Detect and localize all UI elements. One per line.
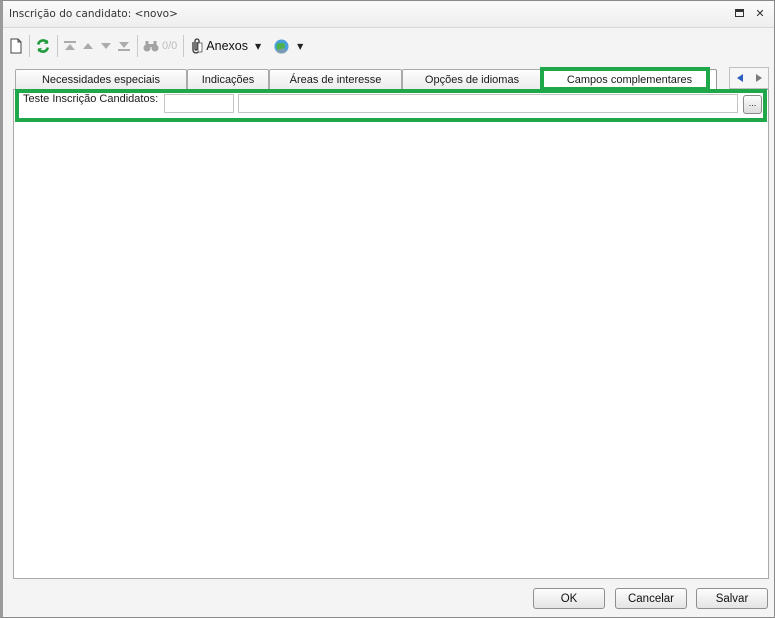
globe-dropdown-icon[interactable]: ▼ (297, 42, 303, 51)
refresh-icon[interactable] (35, 34, 51, 58)
tab-label: Campos complementares (566, 73, 693, 86)
teste-inscricao-code-input[interactable] (164, 94, 234, 113)
attachments-dropdown-icon[interactable]: ▼ (255, 42, 261, 51)
tab-opcoes-de-idiomas[interactable]: Opções de idiomas (402, 69, 542, 89)
teste-inscricao-label: Teste Inscrição Candidatos: (23, 93, 159, 105)
toolbar-separator (183, 35, 185, 57)
tab-areas-de-interesse[interactable]: Áreas de interesse (269, 69, 402, 89)
lookup-button[interactable]: ... (743, 95, 762, 114)
toolbar-separator (29, 35, 30, 57)
previous-record-icon[interactable] (81, 34, 95, 58)
tab-necessidades-especiais[interactable]: Necessidades especiais (15, 69, 187, 89)
teste-inscricao-description-input[interactable] (238, 94, 738, 113)
attachments-button[interactable]: Anexos ▼ (189, 34, 261, 58)
maximize-icon[interactable] (733, 7, 745, 19)
next-record-icon[interactable] (99, 34, 113, 58)
ok-button[interactable]: OK (533, 588, 605, 609)
tab-scroll-left-icon[interactable] (736, 74, 743, 82)
tab-indicacoes[interactable]: Indicações (187, 69, 269, 89)
tab-content-panel (13, 89, 769, 579)
record-counter: 0/0 (162, 40, 178, 52)
toolbar: 0/0 Anexos ▼ ▼ (3, 29, 774, 63)
new-document-icon[interactable] (9, 34, 23, 58)
tab-label: Opções de idiomas (424, 73, 520, 86)
window-title: Inscrição do candidato: <novo> (9, 8, 178, 20)
save-button[interactable]: Salvar (696, 588, 768, 609)
toolbar-separator (57, 35, 58, 57)
tab-scroll-buttons (729, 67, 769, 89)
last-record-icon[interactable] (117, 34, 131, 58)
attachments-label: Anexos (206, 39, 248, 53)
tab-label: Indicações (201, 73, 255, 86)
globe-menu-button[interactable]: ▼ (273, 34, 303, 58)
tab-scroll-right-icon[interactable] (755, 74, 762, 82)
tab-campos-complementares[interactable]: Campos complementares (542, 69, 717, 89)
first-record-icon[interactable] (63, 34, 77, 58)
search-binoculars-icon[interactable]: 0/0 (143, 34, 177, 58)
toolbar-separator (137, 35, 138, 57)
tab-label: Áreas de interesse (289, 73, 382, 86)
close-icon[interactable]: ✕ (754, 7, 766, 19)
dialog-footer: OK Cancelar Salvar (3, 581, 774, 617)
title-bar: Inscrição do candidato: <novo> ✕ (3, 1, 774, 28)
cancel-button[interactable]: Cancelar (615, 588, 687, 609)
tab-strip: Necessidades especiais Indicações Áreas … (13, 67, 769, 89)
tab-label: Necessidades especiais (41, 73, 160, 86)
window-controls: ✕ (733, 7, 766, 19)
candidate-registration-window: Inscrição do candidato: <novo> ✕ 0/0 Ane… (0, 0, 775, 618)
